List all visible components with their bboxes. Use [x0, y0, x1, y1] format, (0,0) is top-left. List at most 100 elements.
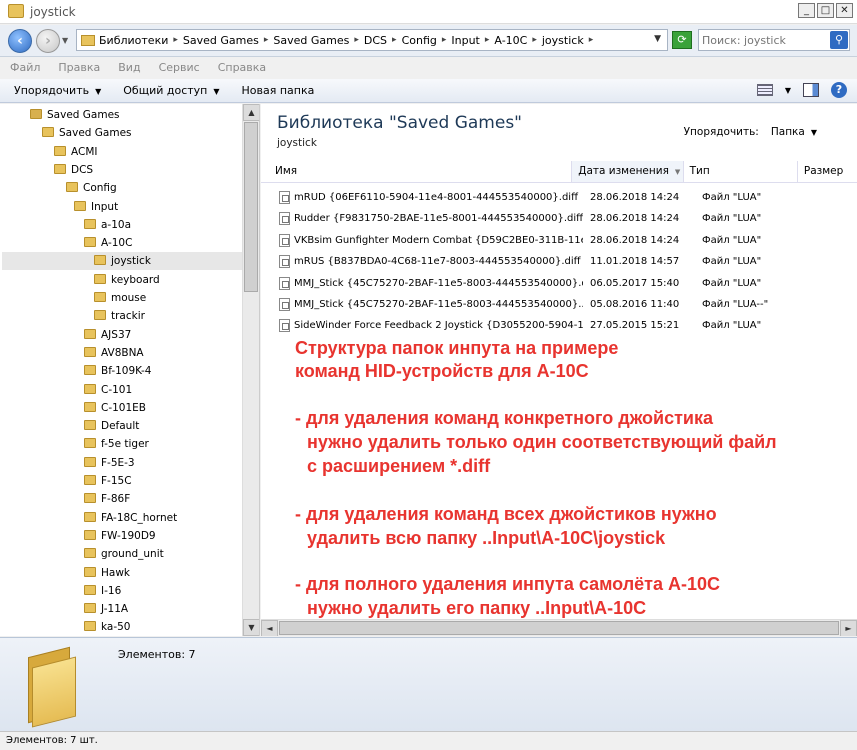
scroll-up-icon[interactable]: ▲ — [243, 104, 259, 121]
tree-item[interactable]: ka-50 — [84, 618, 130, 636]
tree-item[interactable]: FA-18C_hornet — [84, 509, 177, 527]
tree-item[interactable]: Input — [74, 198, 118, 216]
file-row[interactable]: MMJ_Stick {45C75270-2BAF-11e5-8003-44455… — [279, 273, 808, 294]
tree-item[interactable]: Config — [66, 179, 117, 197]
search-icon[interactable]: ⚲ — [830, 31, 848, 49]
breadcrumb-separator-icon[interactable]: ▸ — [532, 35, 537, 45]
tree-item[interactable]: trackir — [94, 307, 145, 325]
preview-pane-icon[interactable] — [803, 83, 819, 97]
search-input[interactable] — [702, 32, 828, 48]
tree-item[interactable]: joystick — [2, 252, 242, 271]
file-row[interactable]: mRUS {B837BDA0-4C68-11e7-8003-4445535400… — [279, 251, 808, 272]
tree-item[interactable]: C-101 — [84, 381, 132, 399]
tree-item[interactable]: F-5E-3 — [84, 454, 135, 472]
breadcrumb-separator-icon[interactable]: ▸ — [264, 35, 269, 45]
menu-help[interactable]: Справка — [218, 58, 266, 78]
file-date: 11.01.2018 14:57 — [590, 256, 680, 268]
tree-item[interactable]: Hawk — [84, 564, 130, 582]
close-button[interactable]: ✕ — [836, 3, 853, 18]
scroll-down-icon[interactable]: ▼ — [243, 619, 259, 636]
breadcrumb-item[interactable]: Saved Games — [273, 34, 349, 47]
share-button[interactable]: Общий доступ ▼ — [123, 84, 219, 97]
breadcrumb-item[interactable]: Input — [451, 34, 479, 47]
breadcrumb-separator-icon[interactable]: ▸ — [354, 35, 359, 45]
tree-item[interactable]: f-5e tiger — [84, 435, 149, 453]
menu-view[interactable]: Вид — [118, 58, 140, 78]
file-name: MMJ_Stick {45C75270-2BAF-11e5-8003-44455… — [294, 277, 583, 289]
tree-item[interactable]: F-86F — [84, 490, 130, 508]
arrange-value[interactable]: Папка — [771, 126, 805, 138]
history-dropdown-icon[interactable]: ▼ — [62, 36, 68, 45]
horizontal-scrollbar[interactable]: ◄ ► — [261, 619, 857, 636]
column-date[interactable]: Дата изменения ▼ — [572, 161, 684, 182]
column-size[interactable]: Размер — [798, 161, 857, 182]
annotation-text: - для удаления команд конкретного джойст… — [295, 408, 713, 428]
breadcrumb-item[interactable]: Config — [402, 34, 437, 47]
breadcrumb-item[interactable]: Библиотеки — [99, 34, 168, 47]
file-row[interactable]: mRUD {06EF6110-5904-11e4-8001-4445535400… — [279, 187, 808, 208]
scroll-right-icon[interactable]: ► — [840, 620, 857, 636]
tree-item[interactable]: F-15C — [84, 472, 132, 490]
help-icon[interactable]: ? — [831, 82, 847, 98]
file-row[interactable]: MMJ_Stick {45C75270-2BAF-11e5-8003-44455… — [279, 294, 808, 315]
breadcrumb-separator-icon[interactable]: ▸ — [442, 35, 447, 45]
tree-item[interactable]: Saved Games — [30, 106, 120, 124]
tree-item[interactable]: I-16 — [84, 582, 121, 600]
tree-scrollbar[interactable]: ▲ ▼ — [242, 104, 259, 636]
menu-file[interactable]: Файл — [10, 58, 40, 78]
refresh-button[interactable]: ⟳ — [672, 31, 692, 49]
tree-item[interactable]: mouse — [94, 289, 146, 307]
tree-item[interactable]: J-11A — [84, 600, 128, 618]
breadcrumb-separator-icon[interactable]: ▸ — [485, 35, 490, 45]
breadcrumb-separator-icon[interactable]: ▸ — [173, 35, 178, 45]
column-date-label: Дата изменения — [578, 165, 669, 177]
breadcrumb-separator-icon[interactable]: ▸ — [589, 35, 594, 45]
column-type[interactable]: Тип — [684, 161, 798, 182]
tree-item[interactable]: AJS37 — [84, 326, 131, 344]
folder-icon — [84, 475, 96, 485]
tree-item[interactable]: DCS — [54, 161, 93, 179]
file-type: Файл "LUA" — [702, 234, 762, 246]
breadcrumb-item[interactable]: Saved Games — [183, 34, 259, 47]
scroll-thumb[interactable] — [279, 621, 839, 635]
tree-item[interactable]: Saved Games — [42, 124, 132, 142]
back-button[interactable]: ‹ — [8, 29, 32, 53]
file-row[interactable]: SideWinder Force Feedback 2 Joystick {D3… — [279, 315, 808, 336]
tree-item[interactable]: keyboard — [94, 271, 160, 289]
file-type: Файл "LUA" — [702, 213, 762, 225]
new-folder-button[interactable]: Новая папка — [242, 84, 315, 97]
breadcrumb-item[interactable]: DCS — [364, 34, 387, 47]
menu-tools[interactable]: Сервис — [159, 58, 200, 78]
tree-item[interactable]: Bf-109K-4 — [84, 362, 151, 380]
tree-item[interactable]: Default — [84, 417, 139, 435]
search-box[interactable]: ⚲ — [698, 29, 850, 51]
tree-item[interactable]: FW-190D9 — [84, 527, 156, 545]
tree-item[interactable]: ACMI — [54, 143, 98, 161]
arrange-by[interactable]: Упорядочить: Папка ▼ — [684, 126, 817, 138]
tree-item[interactable]: ground_unit — [84, 545, 164, 563]
scroll-thumb[interactable] — [244, 122, 258, 292]
file-row[interactable]: Rudder {F9831750-2BAE-11e5-8001-44455354… — [279, 208, 808, 229]
chevron-down-icon[interactable]: ▼ — [654, 34, 661, 44]
breadcrumb-item[interactable]: A-10C — [494, 34, 527, 47]
menu-edit[interactable]: Правка — [58, 58, 100, 78]
chevron-down-icon[interactable]: ▼ — [785, 86, 791, 95]
tree-item[interactable]: A-10C — [84, 234, 132, 252]
organize-button[interactable]: Упорядочить ▼ — [14, 84, 101, 97]
tree-item[interactable]: C-101EB — [84, 399, 146, 417]
file-type: Файл "LUA" — [702, 256, 762, 268]
minimize-button[interactable]: _ — [798, 3, 815, 18]
breadcrumb-separator-icon[interactable]: ▸ — [392, 35, 397, 45]
forward-button[interactable]: › — [36, 29, 60, 53]
breadcrumb[interactable]: Библиотеки ▸ Saved Games ▸ Saved Games ▸ DCS ▸ C… — [76, 29, 668, 51]
scroll-left-icon[interactable]: ◄ — [261, 620, 278, 636]
view-options-icon[interactable] — [756, 84, 773, 96]
file-row[interactable]: VKBsim Gunfighter Modern Combat {D59C2BE… — [279, 230, 808, 251]
tree-item[interactable]: AV8BNA — [84, 344, 144, 362]
column-name[interactable]: Имя — [261, 161, 573, 182]
breadcrumb-item[interactable]: joystick — [542, 34, 584, 47]
folder-icon — [94, 292, 106, 302]
tree-item[interactable]: a-10a — [84, 216, 131, 234]
chevron-down-icon[interactable]: ▼ — [811, 128, 817, 137]
maximize-button[interactable]: □ — [817, 3, 834, 18]
